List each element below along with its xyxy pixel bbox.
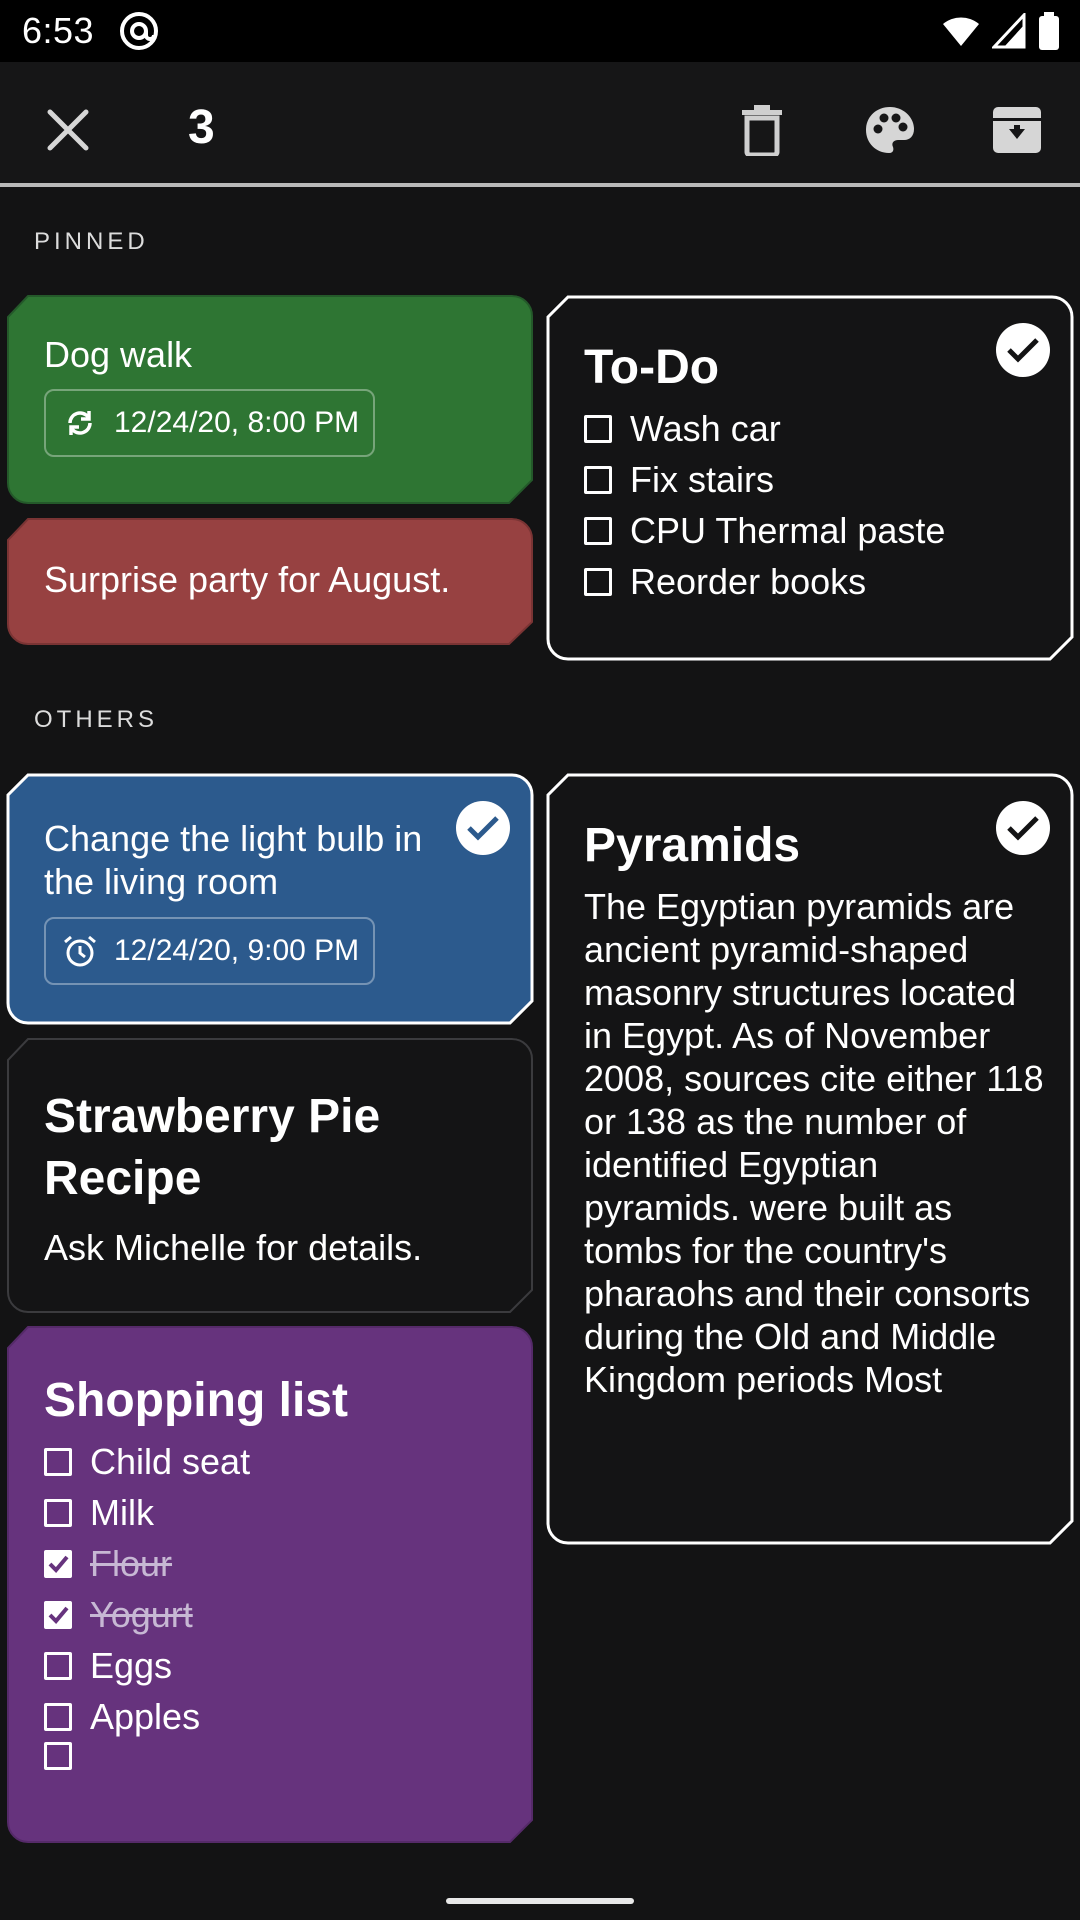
at-sign-icon <box>120 12 158 50</box>
selection-action-bar: 3 <box>0 62 1080 184</box>
close-icon <box>47 109 89 151</box>
action-bar-divider <box>0 183 1080 187</box>
reminder-chip[interactable]: 12/24/20, 8:00 PM <box>44 389 376 457</box>
note-body: Surprise party for August. <box>44 559 451 600</box>
checklist-item[interactable]: Fix stairs <box>584 454 1036 505</box>
checkbox[interactable] <box>44 1742 72 1770</box>
note-card-strawberry-pie[interactable]: Strawberry Pie Recipe Ask Michelle for d… <box>6 1038 534 1314</box>
delete-button[interactable] <box>730 98 794 162</box>
archive-icon <box>993 107 1041 153</box>
home-indicator[interactable] <box>446 1898 634 1904</box>
note-card-todo[interactable]: To-Do Wash car Fix stairs CPU Thermal pa… <box>546 295 1074 661</box>
note-body: The Egyptian pyramids are ancient pyrami… <box>584 886 1044 1400</box>
checklist-item-label: CPU Thermal paste <box>630 510 946 551</box>
status-time: 6:53 <box>22 10 95 51</box>
section-label-pinned: PINNED <box>34 228 149 255</box>
checkbox-checked[interactable] <box>44 1549 72 1578</box>
checkbox[interactable] <box>44 1498 72 1527</box>
reminder-text: 12/24/20, 8:00 PM <box>114 406 360 439</box>
checklist-item[interactable] <box>44 1742 496 1770</box>
checkbox[interactable] <box>44 1651 72 1680</box>
checklist: Wash car Fix stairs CPU Thermal paste Re… <box>584 403 1036 607</box>
checklist-item-label: Yogurt <box>90 1594 193 1635</box>
checklist-item[interactable]: Apples <box>44 1691 496 1742</box>
checklist-item[interactable]: Reorder books <box>584 556 1036 607</box>
checkbox[interactable] <box>584 567 612 596</box>
checkbox-checked[interactable] <box>44 1600 72 1629</box>
color-button[interactable] <box>858 98 922 162</box>
checklist-item-label: Child seat <box>90 1441 251 1482</box>
note-title: Dog walk <box>44 334 193 375</box>
repeat-icon <box>68 411 92 435</box>
checklist-item-label: Flour <box>90 1543 173 1584</box>
checklist-item[interactable]: Child seat <box>44 1436 496 1487</box>
alarm-icon <box>64 935 96 967</box>
note-title: To-Do <box>584 341 720 394</box>
note-card-dog-walk[interactable]: Dog walk 12/24/20, 8:00 PM <box>6 295 534 505</box>
note-card-surprise-party[interactable]: Surprise party for August. <box>6 518 534 646</box>
wifi-icon <box>943 17 979 46</box>
checklist-item[interactable]: Yogurt <box>44 1589 496 1640</box>
checklist-item[interactable]: Flour <box>44 1538 496 1589</box>
palette-icon <box>866 107 914 153</box>
checklist-item-label: Eggs <box>90 1645 173 1686</box>
status-bar: 6:53 <box>0 0 1080 62</box>
checklist-item[interactable]: Milk <box>44 1487 496 1538</box>
note-card-shopping-list[interactable]: Shopping list Child seat Milk Flour Yogu… <box>6 1326 534 1844</box>
checklist-item-label: Apples <box>90 1696 201 1737</box>
checkbox[interactable] <box>44 1447 72 1476</box>
selected-count: 3 <box>188 101 215 154</box>
note-title: Pyramids <box>584 819 801 872</box>
checklist-item[interactable]: CPU Thermal paste <box>584 505 1036 556</box>
checkmark-icon <box>48 1606 69 1624</box>
checkmark-icon <box>48 1555 69 1573</box>
checklist-item-label: Reorder books <box>630 561 867 602</box>
checkbox[interactable] <box>584 465 612 494</box>
checklist-item-label: Milk <box>90 1492 154 1533</box>
checklist-item-label: Wash car <box>630 408 781 449</box>
reminder-text: 12/24/20, 9:00 PM <box>114 934 360 967</box>
reminder-chip[interactable]: 12/24/20, 9:00 PM <box>44 917 376 985</box>
cell-signal-icon <box>992 13 1026 49</box>
archive-button[interactable] <box>985 98 1049 162</box>
checkbox[interactable] <box>44 1702 72 1731</box>
close-selection-button[interactable] <box>40 102 96 158</box>
checklist: Child seat Milk Flour Yogurt Eggs Apples <box>44 1436 496 1770</box>
checkbox[interactable] <box>584 516 612 545</box>
note-body: Ask Michelle for details. <box>44 1227 423 1268</box>
checklist-item[interactable]: Eggs <box>44 1640 496 1691</box>
battery-icon <box>1039 12 1059 50</box>
checkbox[interactable] <box>584 414 612 443</box>
note-title: Change the light bulb in the living room <box>44 818 423 902</box>
checklist-item[interactable]: Wash car <box>584 403 1036 454</box>
checklist-item-label: Fix stairs <box>630 459 774 500</box>
note-title: Strawberry Pie Recipe <box>44 1090 381 1205</box>
section-label-others: OTHERS <box>34 706 159 733</box>
note-card-light-bulb[interactable]: Change the light bulb in the living room… <box>6 773 534 1025</box>
trash-icon <box>742 105 782 156</box>
note-title: Shopping list <box>44 1374 348 1427</box>
note-card-pyramids[interactable]: Pyramids The Egyptian pyramids are ancie… <box>546 773 1074 1545</box>
